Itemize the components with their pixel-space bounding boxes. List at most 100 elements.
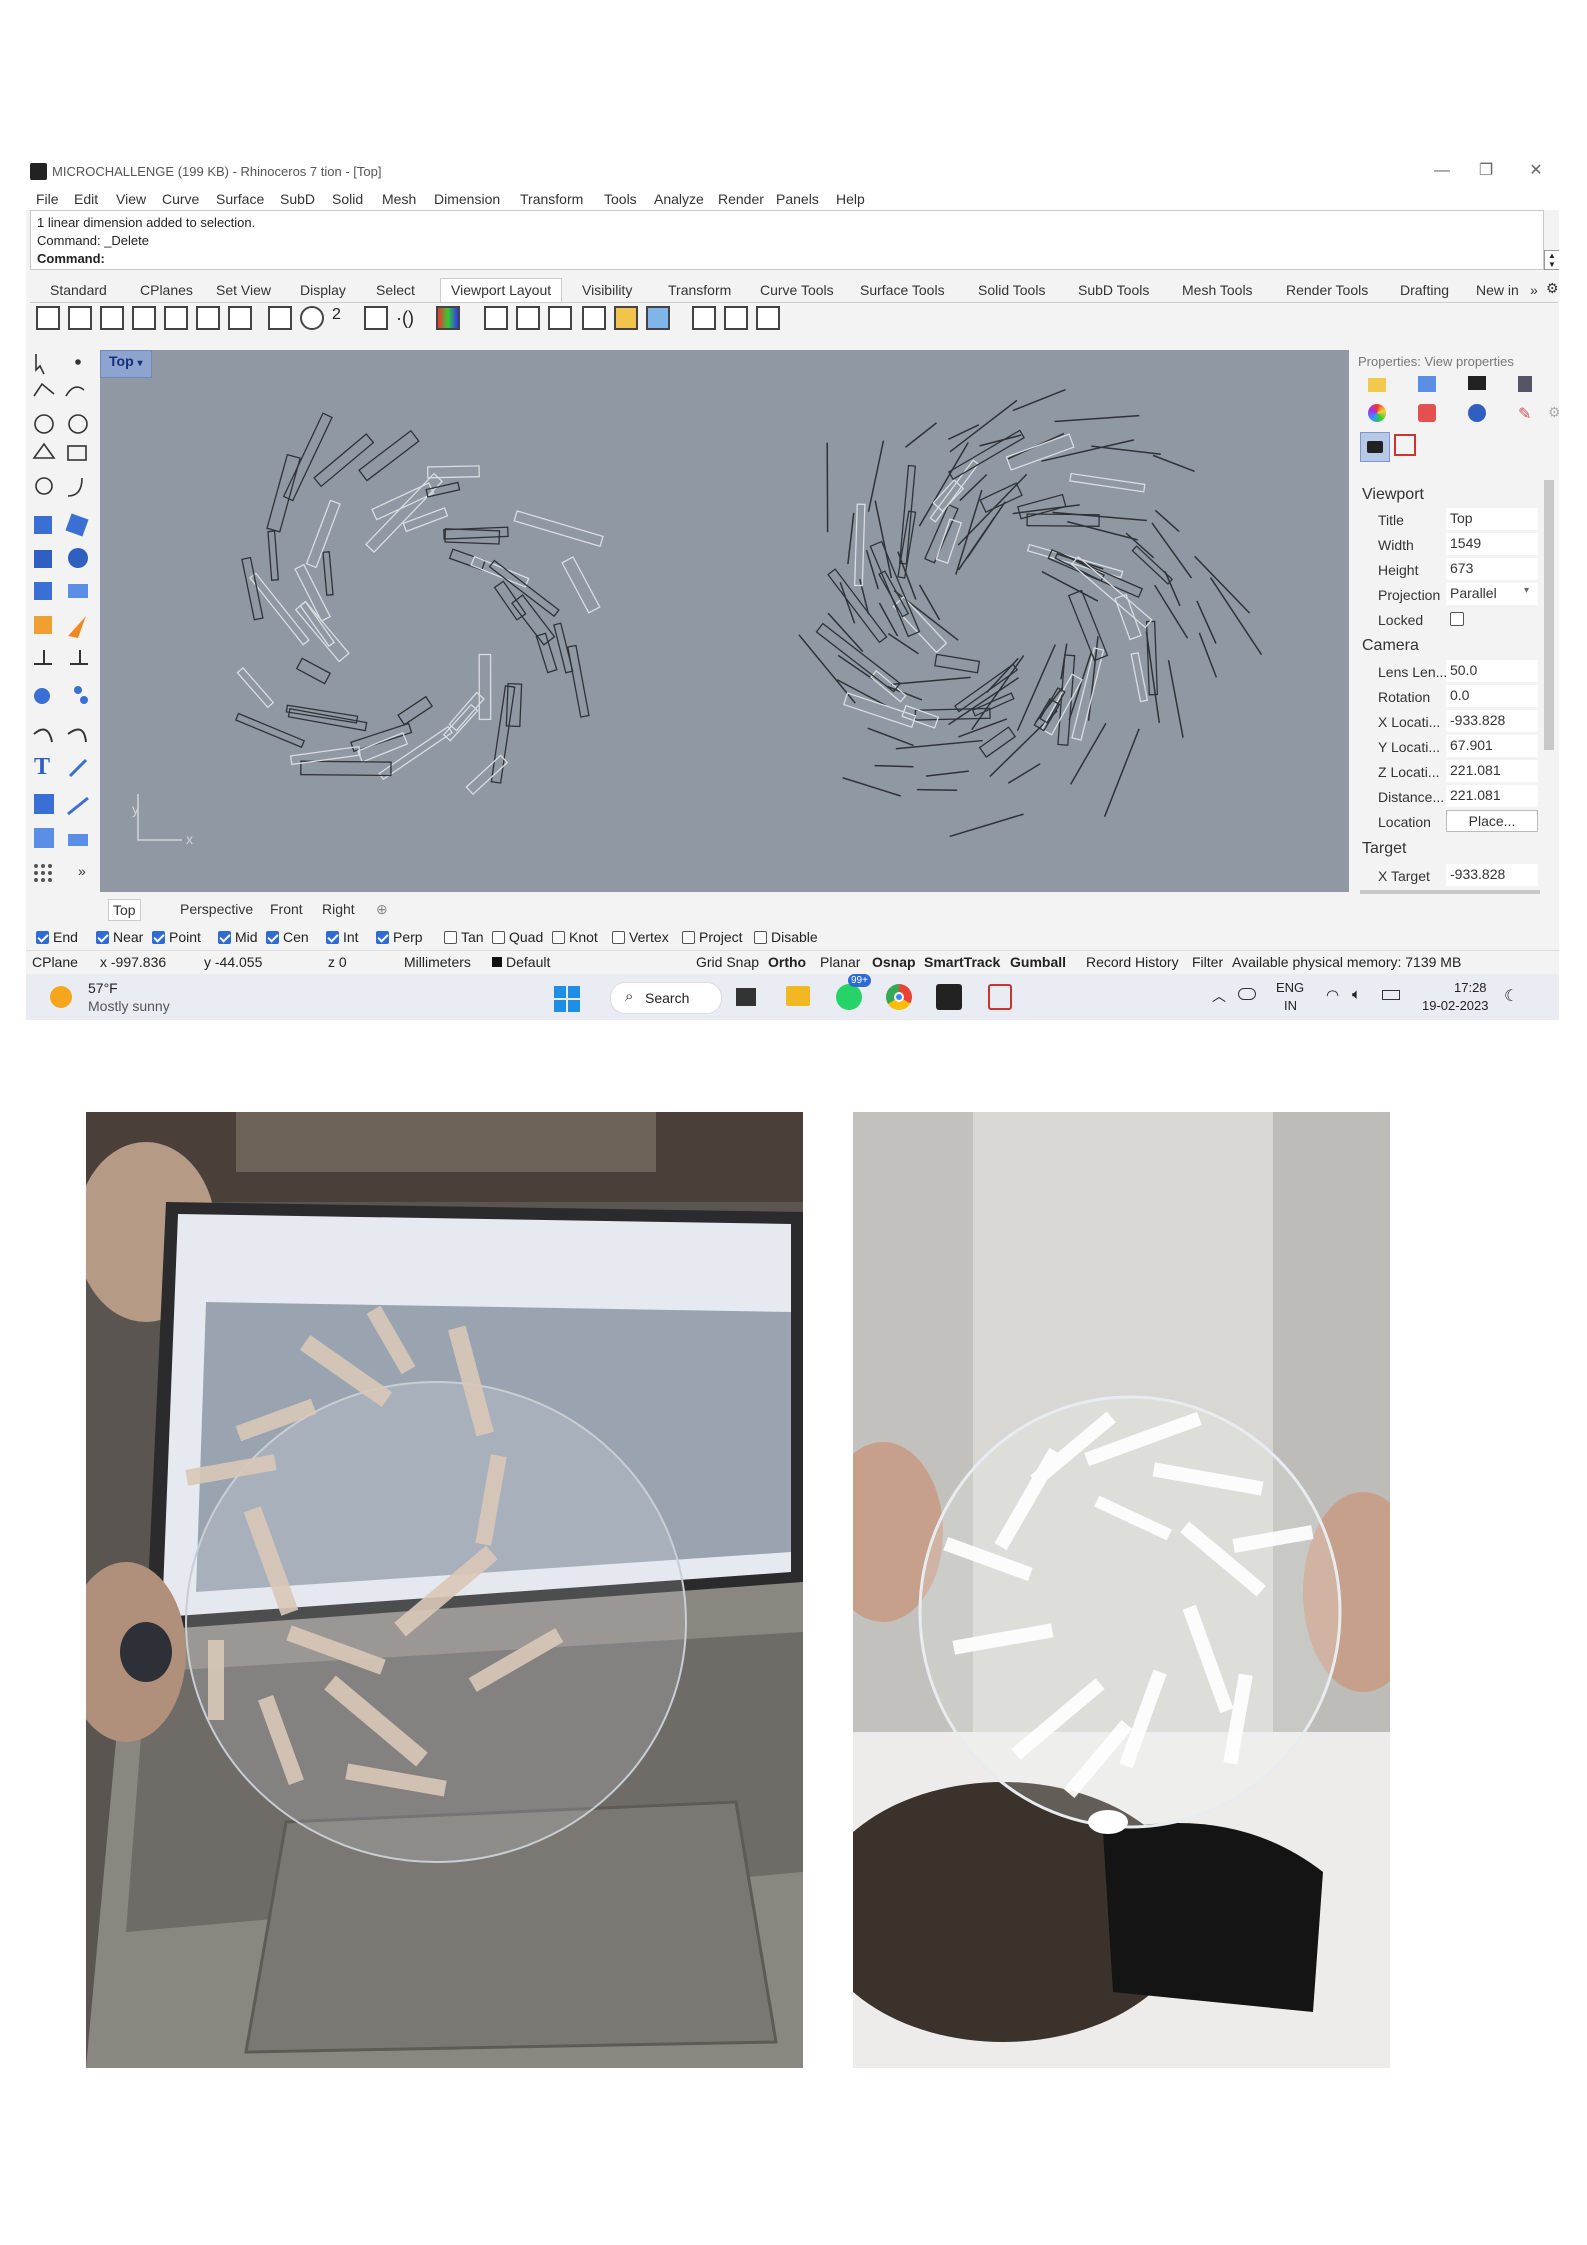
- design-strip[interactable]: [901, 704, 940, 729]
- design-line[interactable]: [1152, 454, 1195, 473]
- viewport-canvas[interactable]: [100, 350, 1349, 892]
- design-strip[interactable]: [444, 528, 501, 545]
- tab-select[interactable]: Select: [376, 282, 415, 298]
- menu-tools[interactable]: Tools: [604, 191, 637, 207]
- color-wheel-icon[interactable]: [1368, 404, 1386, 422]
- design-line[interactable]: [1007, 763, 1041, 784]
- osnap-checkbox[interactable]: [36, 931, 49, 944]
- osnap-tan[interactable]: Tan: [444, 929, 484, 945]
- osnap-vertex[interactable]: Vertex: [612, 929, 669, 945]
- design-line[interactable]: [904, 422, 937, 448]
- design-line[interactable]: [867, 727, 914, 747]
- restore-button[interactable]: ❐: [1466, 160, 1506, 182]
- prop-height-input[interactable]: 673: [1446, 558, 1538, 580]
- tab-new-in[interactable]: New in: [1476, 282, 1519, 298]
- top-viewport[interactable]: Top ▾ y x: [100, 350, 1349, 892]
- add-viewport-icon[interactable]: ⊕: [376, 901, 388, 918]
- design-line[interactable]: [1091, 445, 1161, 455]
- ortho-toggle[interactable]: Ortho: [768, 954, 806, 970]
- design-line[interactable]: [1196, 600, 1217, 644]
- design-strip[interactable]: [935, 518, 963, 564]
- design-line[interactable]: [1012, 388, 1066, 412]
- minimize-button[interactable]: —: [1422, 160, 1462, 182]
- design-line[interactable]: [798, 634, 856, 704]
- design-line[interactable]: [839, 581, 856, 624]
- design-line[interactable]: [865, 549, 879, 590]
- design-line[interactable]: [1041, 439, 1135, 462]
- tab-surface-tools[interactable]: Surface Tools: [860, 282, 945, 298]
- osnap-cen[interactable]: Cen: [266, 929, 309, 945]
- menu-solid[interactable]: Solid: [332, 191, 363, 207]
- prop-xloc-input[interactable]: -933.828: [1446, 710, 1538, 732]
- camera-layout-icon[interactable]: [646, 306, 670, 330]
- design-strip[interactable]: [978, 726, 1017, 758]
- design-line[interactable]: [887, 685, 923, 701]
- design-line[interactable]: [918, 584, 941, 621]
- single-viewport-icon[interactable]: [100, 306, 124, 330]
- chevron-up-icon[interactable]: ︿: [1212, 986, 1226, 1006]
- design-strip[interactable]: [513, 510, 604, 548]
- design-line[interactable]: [959, 473, 988, 502]
- pen-icon[interactable]: ✎: [1518, 404, 1534, 423]
- record-history-toggle[interactable]: Record History: [1086, 954, 1179, 970]
- viewport-tab-right[interactable]: Right: [322, 901, 355, 917]
- left-toolbar-icons[interactable]: T »: [26, 346, 98, 891]
- design-line[interactable]: [890, 676, 971, 686]
- wifi-icon[interactable]: ◠: [1326, 986, 1339, 1004]
- design-strip[interactable]: [561, 556, 601, 614]
- properties-hscrollbar[interactable]: [1360, 890, 1540, 894]
- osnap-quad[interactable]: Quad: [492, 929, 543, 945]
- osnap-project[interactable]: Project: [682, 929, 743, 945]
- design-line[interactable]: [949, 813, 1024, 838]
- new-viewport-icon[interactable]: [164, 306, 188, 330]
- place-button[interactable]: Place...: [1446, 810, 1538, 832]
- design-strip[interactable]: [313, 433, 375, 488]
- menu-edit[interactable]: Edit: [74, 191, 98, 207]
- status-units[interactable]: Millimeters: [404, 954, 471, 970]
- smarttrack-toggle[interactable]: SmartTrack: [924, 954, 1000, 970]
- locked-checkbox[interactable]: [1450, 612, 1464, 626]
- filter-toggle[interactable]: Filter: [1192, 954, 1223, 970]
- design-line[interactable]: [874, 764, 914, 768]
- design-strip[interactable]: [1005, 433, 1075, 471]
- windows-start-icon[interactable]: [554, 986, 580, 1012]
- tab-drafting[interactable]: Drafting: [1400, 282, 1449, 298]
- taskbar-date[interactable]: 19-02-2023: [1422, 998, 1489, 1013]
- menu-help[interactable]: Help: [836, 191, 865, 207]
- four-viewports-icon[interactable]: [68, 306, 92, 330]
- tab-viewport-layout[interactable]: Viewport Layout: [440, 278, 563, 302]
- design-strip[interactable]: [402, 507, 449, 533]
- design-strip[interactable]: [1130, 652, 1149, 703]
- design-line[interactable]: [1103, 728, 1140, 817]
- design-strip[interactable]: [295, 657, 332, 685]
- design-line[interactable]: [887, 632, 919, 655]
- properties-scrollbar[interactable]: [1544, 480, 1554, 750]
- menu-analyze[interactable]: Analyze: [654, 191, 704, 207]
- status-cplane[interactable]: CPlane: [32, 954, 78, 970]
- chrome-icon[interactable]: [886, 984, 912, 1010]
- printer-icon[interactable]: [692, 306, 716, 330]
- osnap-checkbox[interactable]: [96, 931, 109, 944]
- snipping-tool-icon[interactable]: [988, 984, 1012, 1010]
- taskbar-time[interactable]: 17:28: [1454, 980, 1487, 995]
- design-strip[interactable]: [490, 685, 516, 784]
- design-line[interactable]: [895, 739, 983, 750]
- zoom-2-icon[interactable]: 2: [332, 306, 341, 324]
- osnap-mid[interactable]: Mid: [218, 929, 258, 945]
- design-strip[interactable]: [1145, 620, 1159, 696]
- prop-xtarget-input[interactable]: -933.828: [1446, 864, 1538, 886]
- menu-subd[interactable]: SubD: [280, 191, 315, 207]
- design-line[interactable]: [986, 657, 1019, 694]
- gear-icon[interactable]: ⚙: [1546, 280, 1559, 297]
- design-strip[interactable]: [299, 600, 336, 647]
- speaker-icon[interactable]: 🔈︎: [1352, 986, 1361, 1003]
- design-strip[interactable]: [266, 453, 301, 533]
- design-strip[interactable]: [426, 465, 480, 479]
- material-icon[interactable]: [1418, 404, 1436, 422]
- menu-transform[interactable]: Transform: [520, 191, 583, 207]
- design-strip[interactable]: [249, 572, 310, 646]
- osnap-checkbox[interactable]: [682, 931, 695, 944]
- camera-view-button[interactable]: [1360, 432, 1390, 462]
- tab-render-tools[interactable]: Render Tools: [1286, 282, 1368, 298]
- osnap-toggle[interactable]: Osnap: [872, 954, 916, 970]
